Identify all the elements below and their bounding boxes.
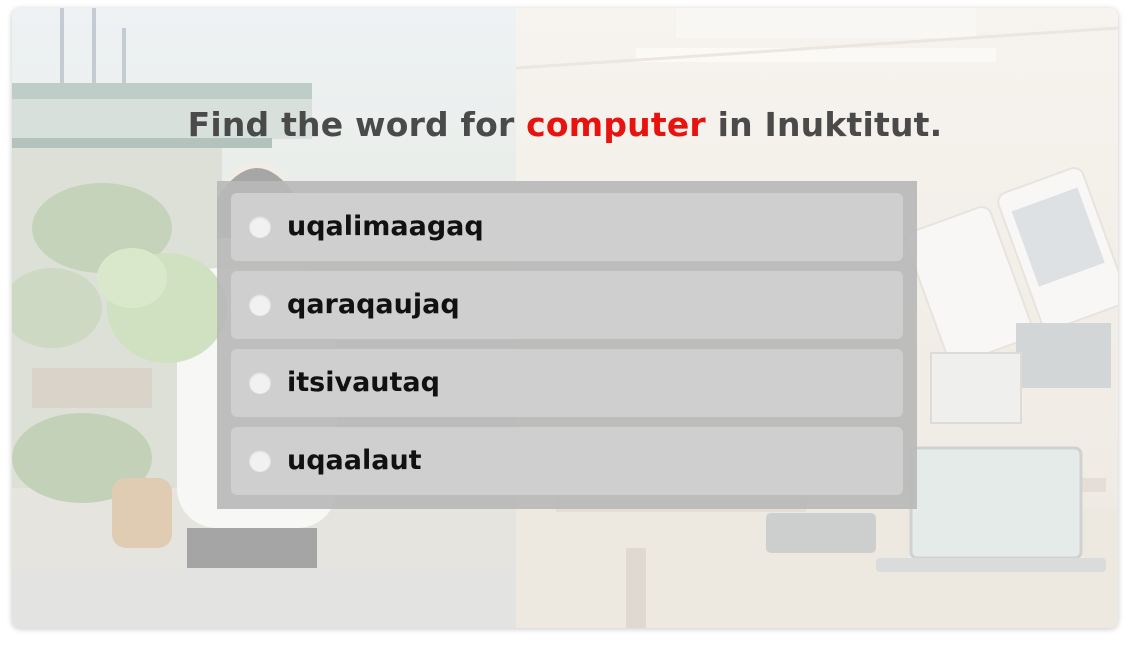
question-suffix: in Inuktitut. bbox=[705, 105, 943, 144]
radio-button[interactable] bbox=[249, 372, 271, 394]
quiz-card: Find the word for computer in Inuktitut.… bbox=[12, 8, 1118, 628]
answer-options-panel: uqalimaagaq qaraqaujaq itsivautaq uqaala… bbox=[217, 181, 917, 509]
radio-button[interactable] bbox=[249, 450, 271, 472]
answer-option-label: uqalimaagaq bbox=[287, 211, 484, 242]
answer-option-2[interactable]: qaraqaujaq bbox=[231, 271, 903, 339]
answer-option-1[interactable]: uqalimaagaq bbox=[231, 193, 903, 261]
answer-option-label: qaraqaujaq bbox=[287, 289, 460, 320]
question-highlight-word: computer bbox=[526, 105, 706, 144]
radio-button[interactable] bbox=[249, 294, 271, 316]
radio-button[interactable] bbox=[249, 216, 271, 238]
answer-option-label: uqaalaut bbox=[287, 445, 422, 476]
question-prompt: Find the word for computer in Inuktitut. bbox=[12, 105, 1118, 144]
answer-option-3[interactable]: itsivautaq bbox=[231, 349, 903, 417]
question-prefix: Find the word for bbox=[187, 105, 527, 144]
answer-option-label: itsivautaq bbox=[287, 367, 440, 398]
answer-option-4[interactable]: uqaalaut bbox=[231, 427, 903, 495]
